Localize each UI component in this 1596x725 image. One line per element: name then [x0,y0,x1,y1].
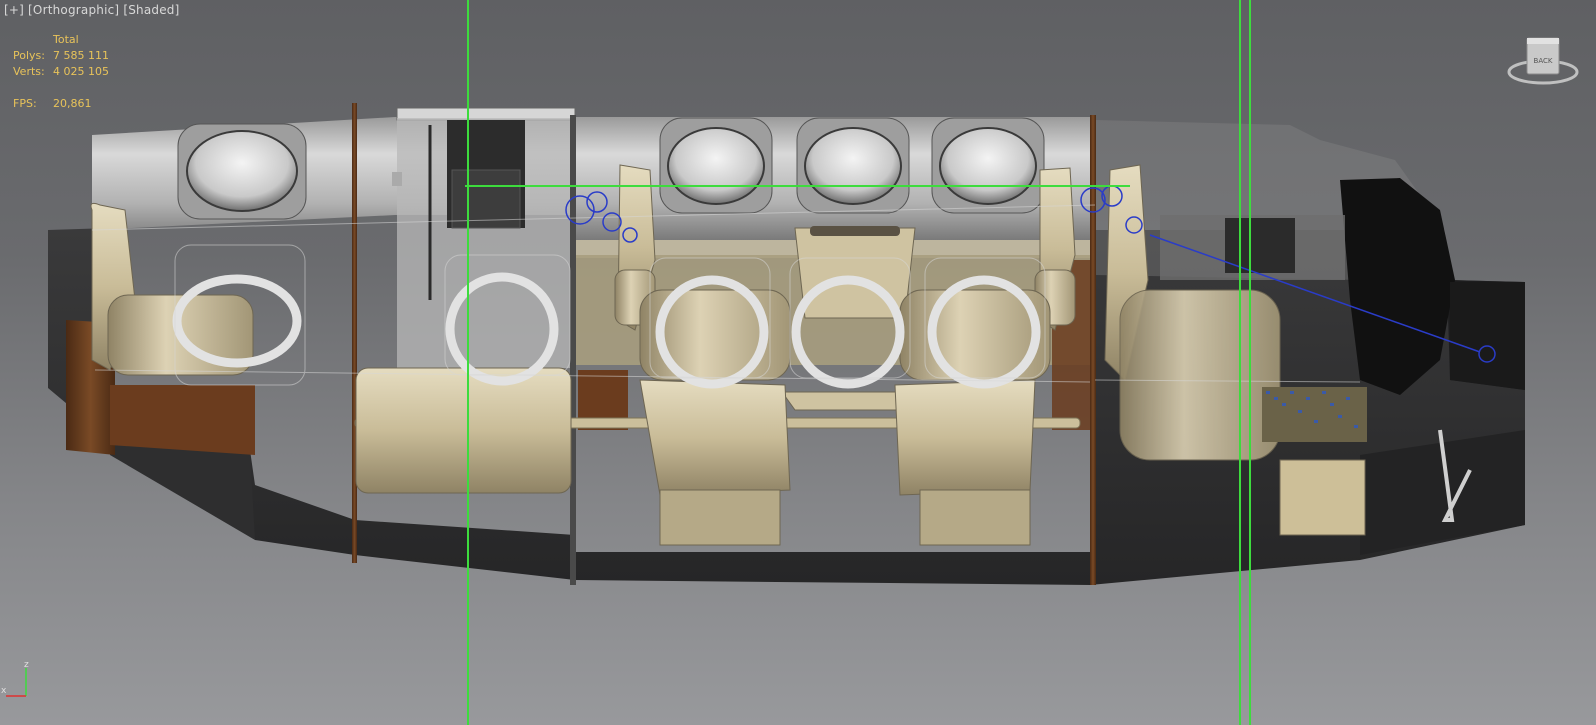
scene-render[interactable] [0,0,1596,725]
viewport-menu-button[interactable]: [+] [4,3,24,17]
polys-label: Polys: [13,49,45,62]
3d-viewport[interactable]: [+] [Orthographic] [Shaded] Total Polys:… [0,0,1596,725]
verts-value: 4 025 105 [53,65,109,78]
axis-x-label: x [1,686,7,696]
axis-z-label: z [24,660,29,670]
viewport-label[interactable]: [+] [Orthographic] [Shaded] [4,3,180,17]
axis-tripod: z x [0,660,40,710]
stats-header: Total [53,33,79,46]
verts-label: Verts: [13,65,45,78]
view-type-button[interactable]: [Orthographic] [28,3,119,17]
fps-value: 20,861 [53,97,92,110]
fps-label: FPS: [13,97,37,110]
viewcube-face-label[interactable]: BACK [1534,57,1553,65]
polys-value: 7 585 111 [53,49,109,62]
shading-mode-button[interactable]: [Shaded] [123,3,179,17]
viewcube[interactable]: BACK [1505,32,1581,92]
